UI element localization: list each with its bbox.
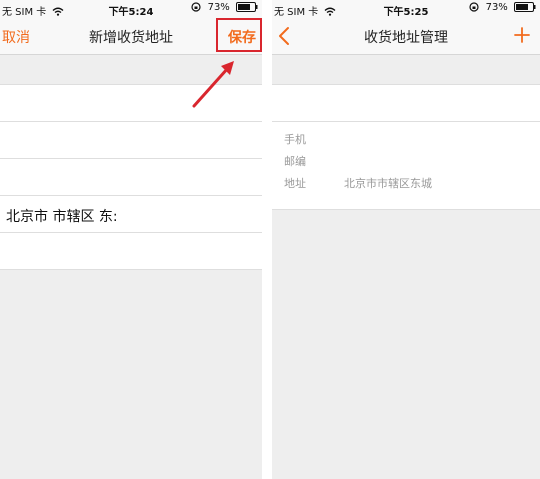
battery-percent: 73% (485, 2, 508, 13)
card-divider (272, 121, 540, 122)
phone-label: 手机 (284, 133, 306, 146)
page-title: 收货地址管理 (364, 30, 448, 46)
battery-icon (514, 2, 536, 12)
address-line: 地址 北京市市辖区东城 (284, 175, 432, 191)
orientation-lock-icon (469, 2, 479, 12)
battery-icon (236, 2, 258, 12)
navigation-bar: 取消 新增收货地址 保存 (0, 18, 262, 55)
region-field[interactable]: 北京市 市辖区 东: (0, 196, 262, 233)
postcode-label: 邮编 (284, 155, 306, 168)
region-value: 北京市 市辖区 东: (6, 209, 118, 225)
detail-address-field[interactable] (0, 233, 262, 270)
plus-icon[interactable] (514, 27, 530, 43)
address-value: 北京市市辖区东城 (344, 177, 432, 190)
address-card[interactable]: 手机 邮编 地址 北京市市辖区东城 (272, 84, 540, 210)
status-bar: 无 SIM 卡 下午5:24 73% (0, 0, 262, 18)
orientation-lock-icon (191, 2, 201, 12)
status-bar: 无 SIM 卡 下午5:25 73% (272, 0, 540, 18)
address-label: 地址 (284, 177, 306, 190)
battery-percent: 73% (207, 2, 230, 13)
save-button[interactable]: 保存 (228, 27, 256, 47)
navigation-bar: 收货地址管理 (272, 18, 540, 55)
address-form: 北京市 市辖区 东: (0, 84, 262, 270)
postcode-field[interactable] (0, 159, 262, 196)
red-arrow-icon (192, 61, 234, 108)
phone-field[interactable] (0, 122, 262, 159)
address-management-screen: 无 SIM 卡 下午5:25 73% 收货地址管理 手机 邮编 地址 北京市市辖… (272, 0, 540, 479)
